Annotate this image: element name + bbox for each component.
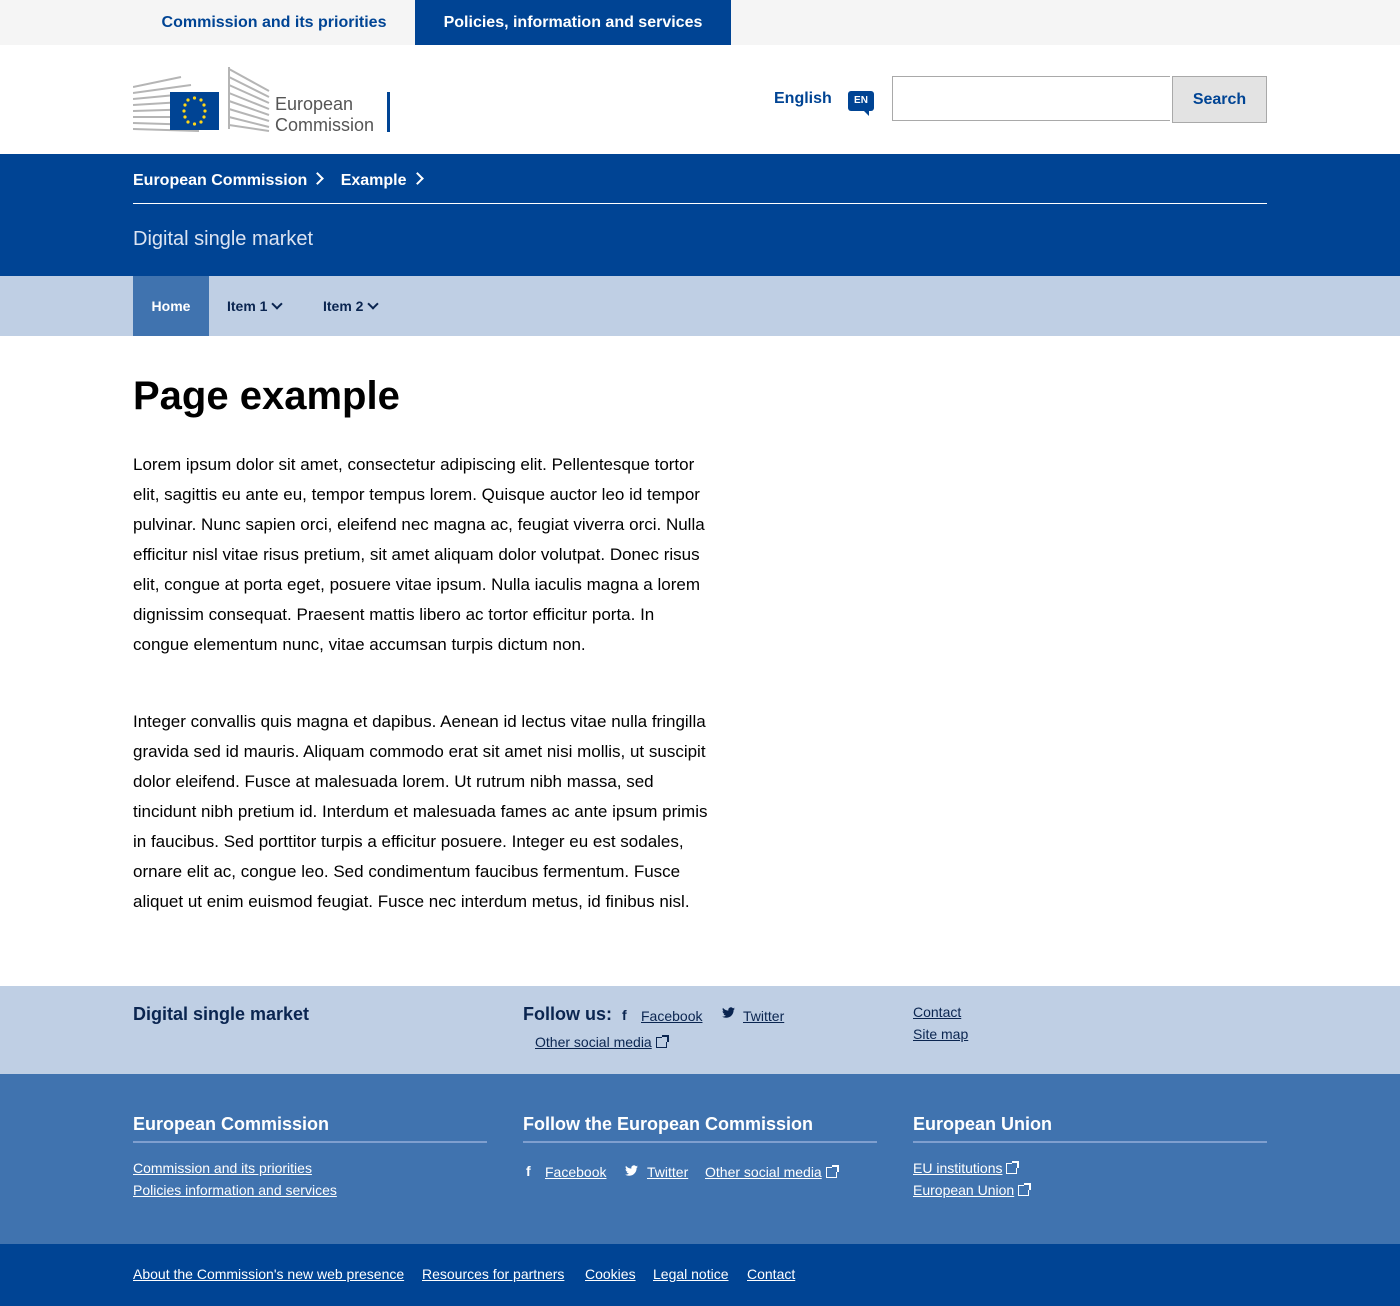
- footer-corp-other-social-link[interactable]: Other social media: [705, 1164, 839, 1180]
- footer-col-title-follow: Follow the European Commission: [523, 1114, 877, 1143]
- site-title: Digital single market: [133, 228, 314, 250]
- footer-link-cookies[interactable]: Cookies: [585, 1266, 636, 1282]
- breadcrumb-label: Example: [340, 172, 407, 189]
- link-label: Other social media: [535, 1034, 652, 1050]
- page-banner: European Commission Example Digital sing…: [0, 154, 1400, 276]
- body-paragraph-2: Integer convallis quis magna et dapibus.…: [133, 712, 708, 911]
- footer-facebook-link[interactable]: Facebook: [641, 1008, 702, 1024]
- footer-bottom-bar: About the Commission's new web presence …: [0, 1244, 1400, 1306]
- site-header: European Commission English EN Search: [0, 45, 1400, 154]
- logo-divider: [387, 92, 390, 132]
- footer-link-about-web-presence[interactable]: About the Commission's new web presence: [133, 1266, 404, 1282]
- chevron-down-icon: [271, 298, 284, 310]
- logo-building-lines-right: [228, 67, 270, 132]
- footer-col-title-commission: European Commission: [133, 1114, 487, 1143]
- chevron-right-icon: [410, 172, 424, 185]
- facebook-icon: f: [622, 1007, 627, 1023]
- nav-item-1[interactable]: Item 1: [227, 276, 284, 336]
- breadcrumb-item-european-commission[interactable]: European Commission: [133, 172, 325, 190]
- breadcrumb-item-example[interactable]: Example: [340, 172, 424, 190]
- footer-link-european-union[interactable]: European Union: [913, 1182, 1032, 1198]
- footer-site-title: Digital single market: [133, 1004, 310, 1024]
- facebook-icon: f: [526, 1163, 531, 1179]
- footer-corp-facebook-link[interactable]: Facebook: [545, 1164, 606, 1180]
- logo-text-line2: Commission: [275, 115, 374, 133]
- footer-link-resources-partners[interactable]: Resources for partners: [422, 1266, 564, 1282]
- search-input[interactable]: [892, 76, 1170, 121]
- global-top-tabs: Commission and its priorities Policies, …: [0, 0, 1400, 52]
- tab-policies-information-services[interactable]: Policies, information and services: [415, 0, 731, 52]
- twitter-icon: [624, 1164, 639, 1181]
- logo-text-line1: European: [275, 94, 353, 114]
- european-commission-logo[interactable]: European Commission: [132, 65, 393, 135]
- tab-label: Policies, information and services: [443, 14, 703, 31]
- footer-site-specific: Digital single market Follow us: f Faceb…: [0, 986, 1400, 1074]
- nav-item-2[interactable]: Item 2: [323, 276, 380, 336]
- twitter-icon: [721, 1006, 736, 1023]
- language-code-badge[interactable]: EN: [848, 91, 874, 116]
- footer-col-title-eu: European Union: [913, 1114, 1267, 1143]
- chevron-right-icon: [311, 172, 325, 185]
- nav-item-label: Item 1: [227, 298, 268, 314]
- footer-corp-twitter-link[interactable]: Twitter: [647, 1164, 688, 1180]
- search-button[interactable]: Search: [1172, 76, 1267, 123]
- footer-link-policies-information[interactable]: Policies information and services: [133, 1182, 337, 1198]
- nav-item-label: Item 2: [323, 298, 364, 314]
- body-paragraph-1: Lorem ipsum dolor sit amet, consectetur …: [133, 455, 705, 654]
- link-label: Other social media: [705, 1164, 822, 1180]
- tab-commission-priorities[interactable]: Commission and its priorities: [133, 0, 415, 45]
- chevron-down-icon: [367, 298, 380, 310]
- external-link-icon: [1018, 1183, 1032, 1196]
- footer-link-contact[interactable]: Contact: [747, 1266, 795, 1282]
- footer-twitter-link[interactable]: Twitter: [743, 1008, 784, 1024]
- footer-link-legal-notice[interactable]: Legal notice: [653, 1266, 729, 1282]
- follow-us-label: Follow us:: [523, 1004, 612, 1024]
- language-selector[interactable]: English: [774, 90, 832, 108]
- external-link-icon: [655, 1035, 669, 1048]
- link-label: EU institutions: [913, 1160, 1003, 1176]
- external-link-icon: [825, 1165, 839, 1178]
- link-label: European Union: [913, 1182, 1015, 1198]
- footer-sitemap-link[interactable]: Site map: [913, 1026, 968, 1042]
- nav-item-home[interactable]: Home: [133, 276, 209, 336]
- footer-corporate: European Commission Commission and its p…: [0, 1074, 1400, 1244]
- page-title: Page example: [133, 374, 400, 418]
- site-navigation: Home Item 1 Item 2: [0, 276, 1400, 336]
- breadcrumb: European Commission Example: [133, 172, 1267, 204]
- footer-link-eu-institutions[interactable]: EU institutions: [913, 1160, 1020, 1176]
- footer-other-social-link[interactable]: Other social media: [535, 1034, 669, 1050]
- footer-contact-link[interactable]: Contact: [913, 1004, 961, 1020]
- breadcrumb-label: European Commission: [133, 172, 308, 189]
- footer-link-commission-priorities[interactable]: Commission and its priorities: [133, 1160, 312, 1176]
- external-link-icon: [1006, 1161, 1020, 1174]
